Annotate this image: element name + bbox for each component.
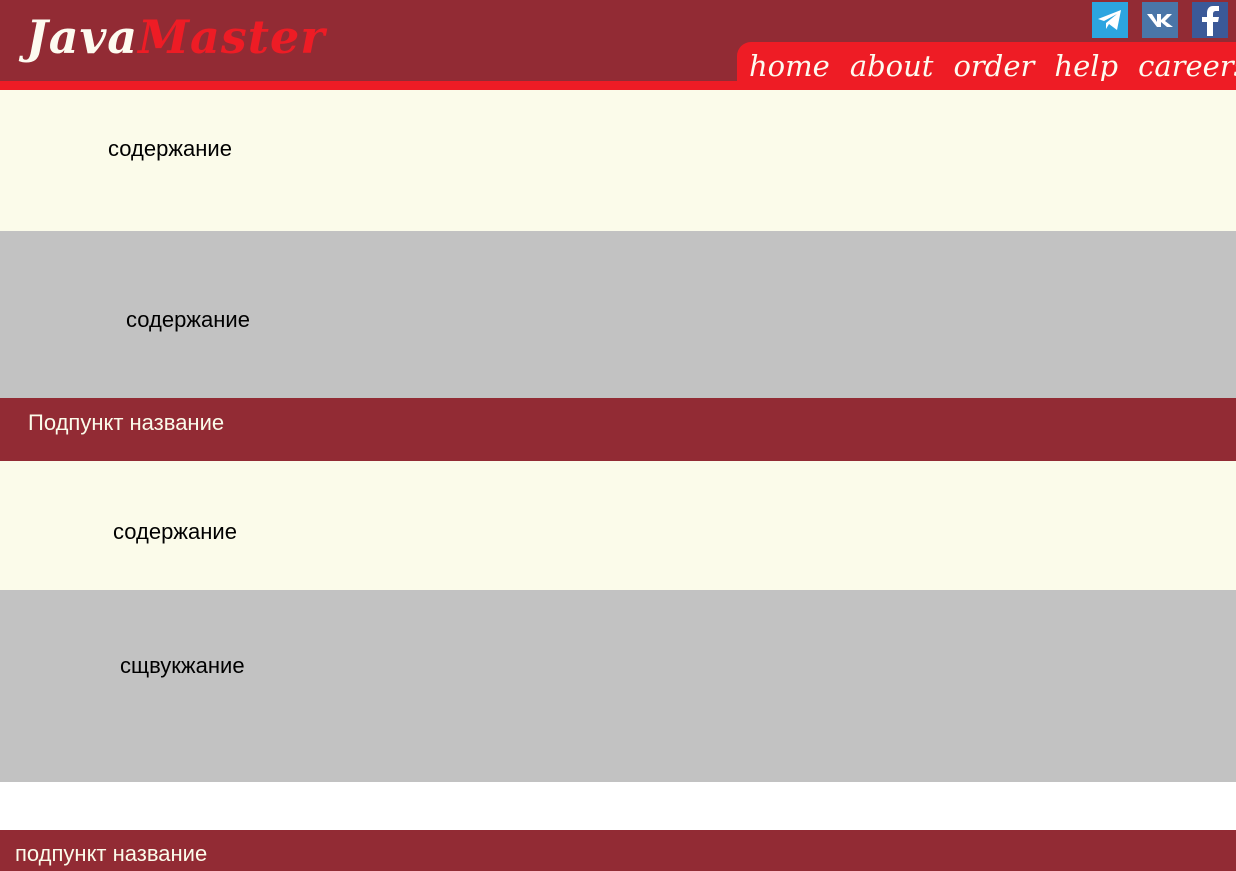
content-section-2: содержание bbox=[0, 231, 1236, 398]
content-section-3: содержание bbox=[0, 461, 1236, 590]
logo-part-master: Master bbox=[138, 10, 326, 64]
subsection-title: Подпункт название bbox=[28, 410, 225, 435]
telegram-icon[interactable] bbox=[1092, 2, 1128, 38]
logo-part-java: Java bbox=[26, 10, 139, 64]
section-content-text: содержание bbox=[113, 519, 237, 544]
nav-home[interactable]: home bbox=[749, 48, 830, 84]
subsection-title: подпункт название bbox=[15, 841, 208, 866]
logo[interactable]: JavaMaster bbox=[26, 6, 325, 68]
header-underline bbox=[0, 81, 1236, 90]
content-section-4: сщвукжание bbox=[0, 590, 1236, 782]
facebook-icon[interactable] bbox=[1192, 2, 1228, 38]
nav-help[interactable]: help bbox=[1054, 48, 1118, 84]
section-content-text: сщвукжание bbox=[120, 653, 245, 678]
subsection-header-2: подпункт название bbox=[0, 830, 1236, 871]
social-links bbox=[1092, 2, 1228, 38]
subsection-header-1: Подпункт название bbox=[0, 398, 1236, 461]
content-section-1: содержание bbox=[0, 90, 1236, 231]
nav-careers[interactable]: careers bbox=[1138, 48, 1236, 84]
vk-icon[interactable] bbox=[1142, 2, 1178, 38]
nav-order[interactable]: order bbox=[953, 48, 1034, 84]
section-content-text: содержание bbox=[126, 307, 250, 332]
section-content-text: содержание bbox=[108, 136, 232, 161]
nav-about[interactable]: about bbox=[850, 48, 934, 84]
